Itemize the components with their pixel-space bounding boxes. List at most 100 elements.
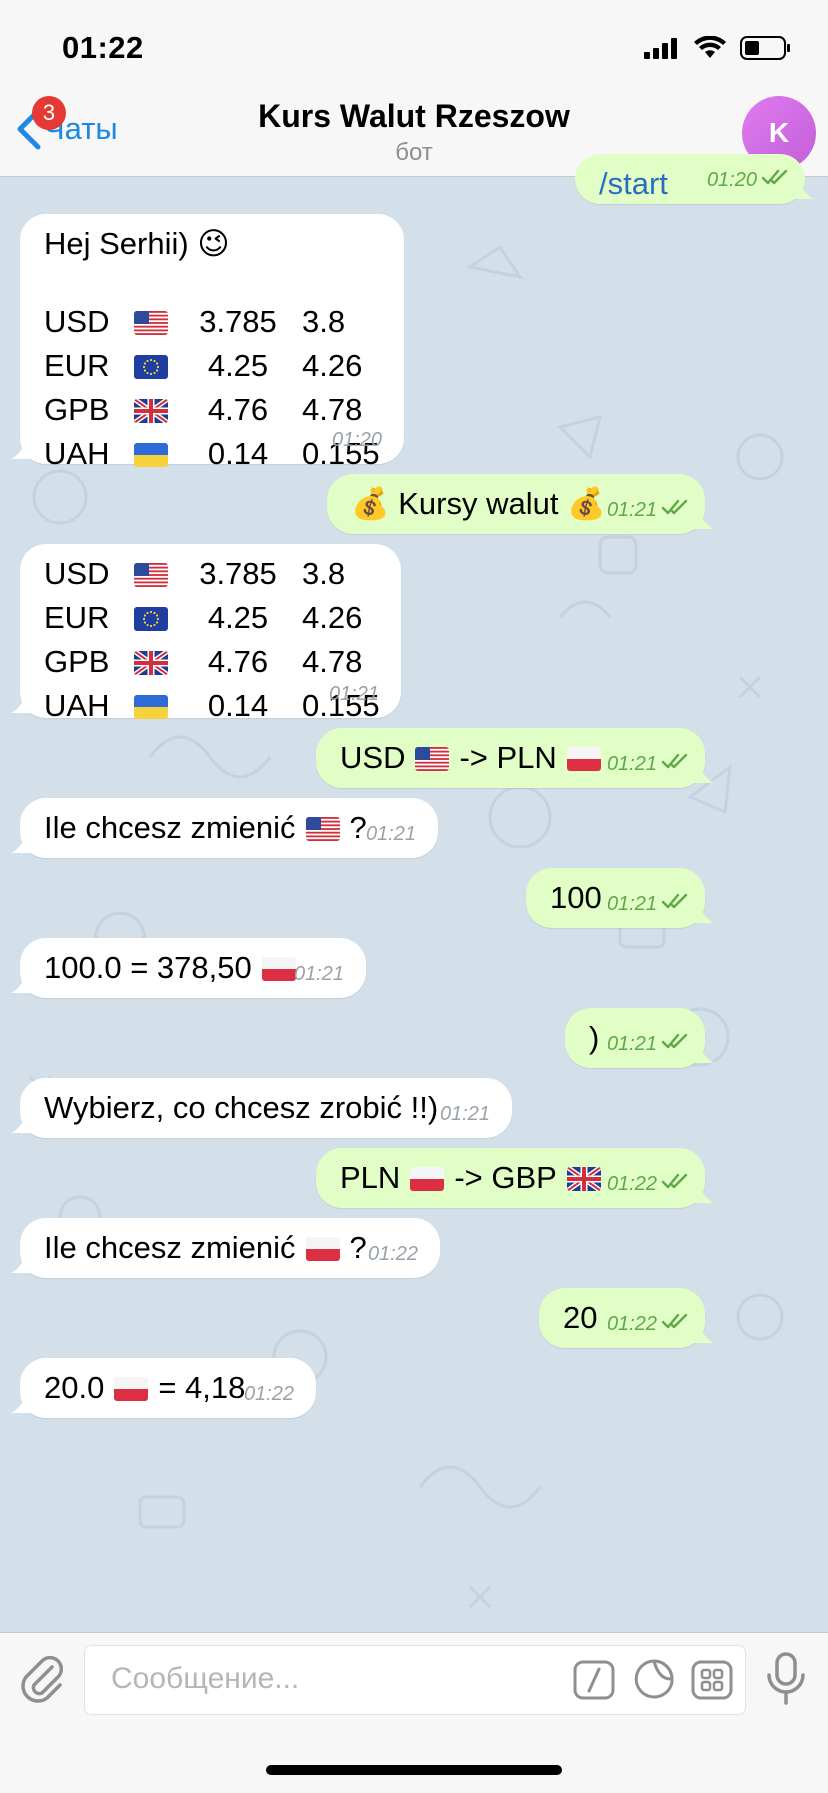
message-meta: 01:21 xyxy=(366,823,416,846)
outgoing-message[interactable]: USD -> PLN 01:21 xyxy=(316,728,714,788)
message-text: /start xyxy=(599,166,668,201)
rate-row: UAH 0.14 0.155 xyxy=(44,432,380,476)
incoming-message[interactable]: Hej Serhii) 😉 USD 3.785 3.8 EUR 4.25 4.26 GPB 4.… xyxy=(11,214,404,471)
bubble-tail xyxy=(11,1113,35,1138)
message-body: 100.0 = 378,50 xyxy=(44,946,296,990)
message-meta: 01:21 xyxy=(440,1103,490,1126)
message-meta: 01:21 xyxy=(607,892,689,916)
signal-icon xyxy=(644,38,677,59)
message-time: 01:20 xyxy=(331,429,382,451)
buy-rate: 4.76 xyxy=(207,392,269,427)
bubble-tail xyxy=(11,439,35,464)
message-meta: 01:20 xyxy=(707,168,789,192)
currency-code: EUR xyxy=(44,348,110,383)
bubble-tail xyxy=(11,693,35,718)
message-meta: 01:21 xyxy=(607,498,689,522)
message-body: PLN -> GBP xyxy=(340,1156,601,1200)
message-text: PLN xyxy=(340,1160,401,1195)
sticker-button[interactable] xyxy=(633,1658,675,1707)
bubble-tail xyxy=(11,833,35,858)
message-body: ) xyxy=(589,1016,599,1060)
message-body: 20 xyxy=(563,1296,597,1340)
message-meta: 01:21 xyxy=(607,752,689,776)
attach-button[interactable] xyxy=(18,1653,66,1710)
incoming-message[interactable]: Ile chcesz zmienić? 01:21 xyxy=(11,798,438,858)
incoming-message[interactable]: Wybierz, co chcesz zrobić !!) 01:21 xyxy=(11,1078,512,1138)
pl-flag-icon xyxy=(410,1156,445,1200)
paperclip-icon xyxy=(21,1655,64,1703)
gb-flag-icon xyxy=(134,644,190,680)
message-text: -> PLN xyxy=(459,740,557,775)
bubble-tail xyxy=(690,903,714,928)
status-icons xyxy=(644,34,792,62)
message-meta: 01:22 xyxy=(607,1312,689,1336)
message-meta: 01:21 xyxy=(329,683,379,706)
sell-rate: 4.78 xyxy=(302,392,363,427)
bubble-tail xyxy=(690,1183,714,1208)
gb-flag-icon xyxy=(134,392,190,428)
message-time: 01:21 xyxy=(439,1103,490,1125)
double-check-icon xyxy=(661,892,689,916)
outgoing-message[interactable]: 20 01:22 xyxy=(539,1288,714,1348)
buy-rate: 0.14 xyxy=(207,436,269,471)
greeting-text: Hej Serhii) 😉 xyxy=(44,226,230,261)
message-body: /start xyxy=(599,162,668,206)
message-text: ) xyxy=(589,1020,600,1055)
message-time: 01:21 xyxy=(606,498,657,521)
message-meta: 01:22 xyxy=(244,1383,294,1406)
incoming-message[interactable]: 100.0 = 378,50 01:21 xyxy=(11,938,366,998)
incoming-message[interactable]: USD 3.785 3.8 EUR 4.25 4.26 GPB 4.76 4.78 UAH 0.14… xyxy=(11,544,401,723)
bot-commands-button[interactable] xyxy=(573,1660,615,1705)
message-text: Ile chcesz zmienić xyxy=(44,1230,296,1265)
incoming-message[interactable]: 20.0 = 4,18 01:22 xyxy=(11,1358,316,1418)
message-body: Ile chcesz zmienić? xyxy=(44,806,367,850)
message-meta: 01:22 xyxy=(368,1243,418,1266)
double-check-icon xyxy=(661,498,689,522)
pl-flag-icon xyxy=(114,1366,149,1410)
message-time: 01:21 xyxy=(328,683,379,705)
bubble-tail xyxy=(790,179,814,204)
pl-flag-icon xyxy=(261,946,296,990)
outgoing-message[interactable]: PLN -> GBP 01:22 xyxy=(316,1148,714,1208)
rate-row: EUR 4.25 4.26 xyxy=(44,344,372,388)
ua-flag-icon xyxy=(134,436,190,472)
voice-button[interactable] xyxy=(764,1651,808,1712)
message-body: 💰 Kursy walut 💰 xyxy=(351,482,606,526)
wifi-icon xyxy=(694,36,726,58)
double-check-icon xyxy=(661,1032,689,1056)
keyboard-grid-icon xyxy=(691,1660,733,1700)
bubble-tail xyxy=(11,1253,35,1278)
message-time: 01:21 xyxy=(606,1032,657,1055)
sell-rate: 4.26 xyxy=(302,348,363,383)
message-text: 20 xyxy=(563,1300,598,1335)
bubble-tail xyxy=(11,973,35,998)
buy-rate: 0.14 xyxy=(207,688,269,723)
status-time: 01:22 xyxy=(62,30,144,65)
bubble-tail xyxy=(11,1393,35,1418)
message-meta: 01:21 xyxy=(294,963,344,986)
message-input[interactable]: Сообщение... xyxy=(84,1645,746,1715)
message-text: ? xyxy=(349,1230,367,1265)
rate-row: GPB 4.76 4.78 xyxy=(44,388,372,432)
currency-code: GPB xyxy=(44,392,110,427)
double-check-icon xyxy=(661,752,689,776)
outgoing-message[interactable]: 💰 Kursy walut 💰 01:21 xyxy=(327,474,714,534)
gb-flag-icon xyxy=(566,1156,601,1200)
ua-flag-icon xyxy=(134,688,190,724)
outgoing-message[interactable]: /start 01:20 xyxy=(575,154,814,206)
bot-keyboard-button[interactable] xyxy=(691,1660,733,1705)
outgoing-message[interactable]: 100 01:21 xyxy=(526,868,714,928)
currency-code: EUR xyxy=(44,600,110,635)
sell-rate: 4.26 xyxy=(302,600,363,635)
message-text: USD xyxy=(340,740,406,775)
currency-code: UAH xyxy=(44,436,110,471)
message-text: = 4,18 xyxy=(158,1370,246,1405)
outgoing-message[interactable]: ) 01:21 xyxy=(565,1008,714,1068)
status-bar: 01:22 xyxy=(0,0,828,86)
sell-rate: 3.8 xyxy=(302,556,346,591)
rate-row: USD 3.785 3.8 xyxy=(44,552,372,596)
currency-code: GPB xyxy=(44,644,110,679)
incoming-message[interactable]: Ile chcesz zmienić? 01:22 xyxy=(11,1218,440,1278)
battery-icon xyxy=(740,36,790,60)
